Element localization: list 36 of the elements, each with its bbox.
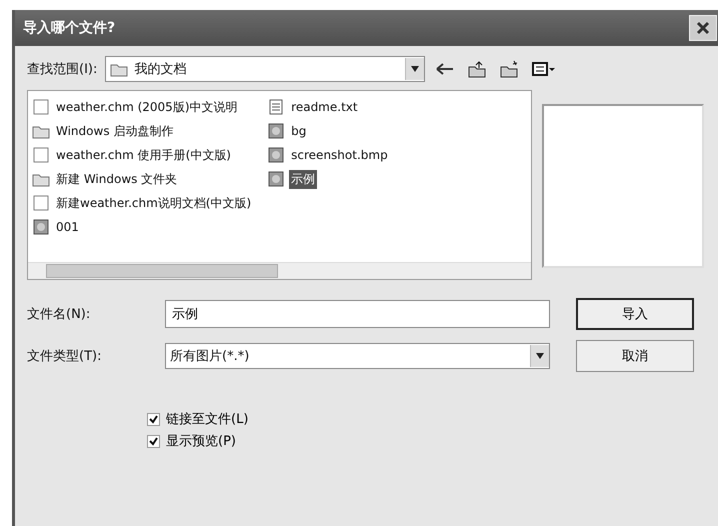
file-item[interactable]: 示例 [267, 167, 390, 191]
file-item[interactable]: 新建weather.chm说明文档(中文版) [32, 191, 254, 215]
look-in-dropdown[interactable]: 我的文档 [105, 56, 426, 82]
horizontal-scrollbar[interactable] [28, 262, 531, 279]
close-icon [696, 21, 710, 35]
caret-icon [536, 353, 544, 359]
checkbox-label: 显示预览(P) [166, 433, 236, 450]
image-file-icon [267, 123, 286, 139]
file-item[interactable]: weather.chm (2005版)中文说明 [32, 95, 254, 119]
look-in-label: 查找范围(I): [27, 61, 98, 78]
text-file-icon [267, 99, 286, 115]
file-item[interactable]: 001 [32, 215, 254, 239]
close-button[interactable] [689, 15, 717, 41]
file-type-dropdown[interactable]: 所有图片(*.*) [165, 343, 550, 369]
window-title: 导入哪个文件? [23, 19, 116, 37]
document-icon [32, 147, 50, 163]
file-type-label: 文件类型(T): [27, 348, 102, 365]
caret-icon [411, 66, 420, 72]
document-icon [32, 99, 50, 115]
checkbox[interactable] [147, 434, 160, 448]
file-item[interactable]: screenshot.bmp [267, 143, 390, 167]
document-icon [32, 195, 50, 211]
checkbox[interactable] [147, 412, 160, 426]
file-item[interactable]: readme.txt [267, 95, 390, 119]
file-item[interactable]: weather.chm 使用手册(中文版) [32, 143, 254, 167]
image-file-icon [267, 171, 286, 187]
image-file-icon [32, 219, 50, 235]
file-item[interactable]: 新建 Windows 文件夹 [32, 167, 254, 191]
image-file-icon [267, 147, 286, 163]
file-name-label: 文件名(N): [27, 306, 92, 323]
cancel-button[interactable]: 取消 [576, 340, 694, 372]
checkbox-label: 链接至文件(L) [166, 411, 248, 428]
file-name-field[interactable]: 示例 [165, 300, 550, 328]
file-item[interactable]: Windows 启动盘制作 [32, 119, 254, 143]
file-item[interactable]: bg [267, 119, 390, 143]
import-button[interactable]: 导入 [576, 298, 694, 330]
